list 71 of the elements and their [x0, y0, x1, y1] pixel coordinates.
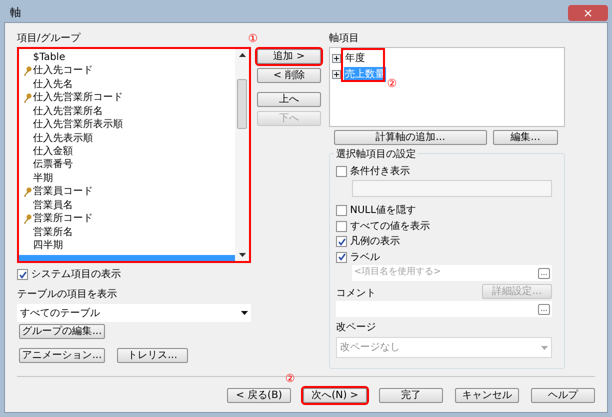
move-button[interactable]: 追加 > [257, 49, 321, 64]
list-item[interactable]: $Table [33, 52, 66, 63]
scroll-down-icon[interactable] [238, 253, 246, 257]
highlight-frame [341, 48, 385, 82]
move-button[interactable]: 上へ [257, 92, 321, 107]
checkbox-label: 条件付き表示 [350, 164, 410, 178]
page-break-label: 改ページ [336, 321, 377, 335]
annotation-number: ① [248, 33, 259, 45]
group-title: 選択軸項目の設定 [334, 147, 418, 162]
axis-tree[interactable]: 年度 売上数量 ② [329, 47, 565, 127]
group-edit-button[interactable]: グループの編集... [19, 324, 105, 339]
checkbox[interactable] [336, 166, 347, 176]
list-item[interactable]: 仕入先表示順 [33, 134, 93, 144]
edit-button[interactable]: 編集... [493, 130, 558, 145]
checkbox[interactable] [336, 252, 347, 263]
list-item[interactable]: 営業所名 [33, 228, 73, 238]
animation-button[interactable]: アニメーション... [19, 348, 105, 363]
list-item[interactable]: 仕入先営業所名 [33, 106, 103, 117]
item-list[interactable]: $Table 仕入先コード 仕入先名 仕入先営業所コード 仕入先営業所名 仕入先営業所表示順 仕入先表示順 仕入金額 伝票番号 半期 営業員コード 営業員名 営業所コード 営業所名 四半期 [17, 47, 251, 263]
move-button[interactable]: < 削除 [257, 68, 321, 83]
window-title: 軸 [10, 4, 21, 21]
list-item[interactable]: 仕入先コード [33, 66, 93, 76]
list-item[interactable]: 仕入金額 [33, 147, 73, 158]
list-item[interactable]: 半期 [33, 174, 53, 184]
footer-button[interactable]: 完了 [379, 388, 443, 403]
dropdown-icon [241, 311, 248, 315]
checkbox[interactable] [336, 236, 347, 248]
add-calc-axis-button[interactable]: 計算軸の追加... [334, 130, 487, 145]
tree-item[interactable]: 年度 [344, 50, 366, 66]
footer-button[interactable]: キャンセル [455, 388, 519, 403]
key-icon [23, 187, 32, 198]
checkbox-label: NULL値を隠す [350, 204, 416, 218]
checkbox[interactable] [336, 205, 347, 216]
table-label: テーブルの項目を表示 [17, 288, 118, 302]
annotation-number: ② [387, 78, 397, 89]
footer-button[interactable]: < 戻る(B) [227, 388, 291, 403]
list-item[interactable]: 仕入先営業所コード [33, 93, 123, 104]
list-item[interactable]: 伝票番号 [33, 160, 73, 170]
list-item[interactable]: 営業所コード [33, 214, 93, 224]
checkbox-label: ラベル [350, 250, 380, 265]
key-icon [23, 214, 32, 224]
footer-button[interactable]: ヘルプ [531, 388, 595, 403]
key-icon [23, 93, 32, 104]
list-item[interactable]: 営業員名 [33, 200, 73, 211]
checkbox-label: 凡例の表示 [350, 234, 400, 250]
table-select[interactable]: すべてのテーブル [17, 304, 251, 322]
expand-icon[interactable] [332, 54, 341, 62]
annotation-number: ② [285, 373, 295, 384]
list-item[interactable]: 四半期 [33, 241, 63, 252]
comment-label: コメント [336, 287, 376, 301]
footer-button[interactable]: 次へ(N) > [303, 388, 367, 403]
list-label: 項目/グループ [17, 33, 82, 45]
trellis-button[interactable]: トレリス... [117, 348, 188, 363]
checkbox-label: システム項目の表示 [31, 268, 121, 282]
expand-icon[interactable] [332, 70, 341, 78]
list-item[interactable]: 仕入先営業所表示順 [33, 120, 123, 130]
close-button[interactable]: × [568, 5, 608, 21]
dropdown-icon [541, 346, 548, 350]
list-item[interactable]: 仕入先名 [33, 80, 73, 90]
page-break-select[interactable]: 改ページなし [336, 337, 552, 358]
scroll-thumb[interactable] [237, 79, 247, 129]
scroll-up-icon[interactable] [238, 53, 246, 57]
scrollbar[interactable] [235, 49, 249, 261]
condition-field[interactable] [352, 180, 552, 197]
axis-label: 軸項目 [329, 33, 360, 45]
list-item[interactable]: 営業員コード [33, 187, 93, 198]
key-icon [23, 66, 32, 76]
checkbox-label: すべての値を表示 [350, 220, 430, 234]
checkbox[interactable] [17, 269, 28, 280]
checkbox[interactable] [336, 220, 347, 232]
check-icon [18, 270, 26, 278]
